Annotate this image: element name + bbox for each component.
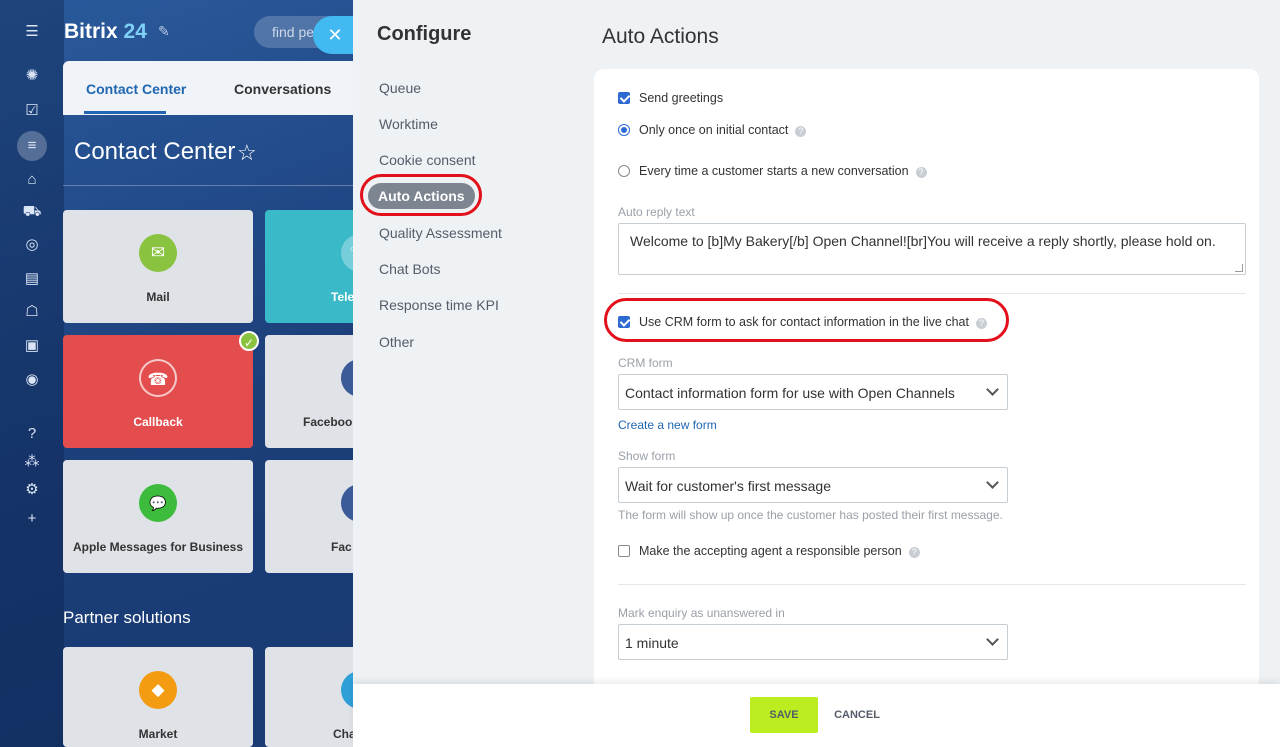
contact-center-icon[interactable]: ≡ — [17, 131, 47, 161]
auto-reply-text: Welcome to [b]My Bakery[/b] Open Channel… — [630, 233, 1216, 249]
tile-label: Apple Messages for Business — [72, 540, 244, 554]
chevron-down-icon — [986, 383, 999, 396]
connected-check-icon: ✓ — [239, 331, 259, 351]
show-form-hint: The form will show up once the customer … — [618, 508, 1003, 522]
unanswered-select[interactable]: 1 minute — [618, 624, 1008, 660]
auto-reply-textarea[interactable]: Welcome to [b]My Bakery[/b] Open Channel… — [618, 223, 1246, 275]
auto-actions-card: Send greetings Only once on initial cont… — [594, 69, 1259, 689]
every-time-row[interactable]: Every time a customer starts a new conve… — [618, 164, 927, 178]
menu-item-queue[interactable]: Queue — [379, 80, 421, 96]
contact-center-tabs: Contact Center Conversations — [63, 61, 363, 115]
every-time-radio[interactable] — [618, 165, 630, 177]
more-icon[interactable]: ◉ — [22, 370, 42, 390]
chevron-down-icon — [986, 476, 999, 489]
menu-item-quality-assessment[interactable]: Quality Assessment — [379, 225, 502, 241]
show-form-label: Show form — [618, 449, 676, 463]
box-icon[interactable]: ▣ — [22, 336, 42, 356]
page-title: Contact Center — [74, 138, 236, 165]
star-icon[interactable]: ☆ — [237, 140, 257, 166]
menu-item-response-time-kpi[interactable]: Response time KPI — [379, 297, 499, 313]
box-icon: ◆ — [139, 671, 177, 709]
save-button[interactable]: SAVE — [750, 697, 818, 733]
menu-icon[interactable]: ☰ — [22, 22, 42, 42]
active-tab-underline — [84, 111, 166, 114]
configure-slider: Configure Queue Worktime Cookie consent … — [353, 0, 1280, 747]
tile-mail[interactable]: ✉ Mail — [63, 210, 253, 323]
title-divider — [63, 185, 363, 186]
only-once-row[interactable]: Only once on initial contact ? — [618, 123, 807, 137]
configure-title: Configure — [377, 23, 472, 45]
responsible-label: Make the accepting agent a responsible p… — [639, 544, 902, 558]
responsible-checkbox[interactable] — [618, 545, 630, 557]
crm-form-value: Contact information form for use with Op… — [625, 385, 955, 401]
tile-label: Callback — [133, 415, 183, 429]
logo-name: Bitrix — [64, 20, 118, 43]
menu-item-other[interactable]: Other — [379, 334, 414, 350]
send-greetings-row[interactable]: Send greetings — [618, 91, 723, 105]
help-icon[interactable]: ? — [22, 424, 42, 444]
create-new-form-link[interactable]: Create a new form — [618, 418, 717, 432]
pencil-icon[interactable]: ✎ — [158, 23, 170, 40]
tile-label: Market — [138, 727, 178, 741]
tile-market[interactable]: ◆ Market — [63, 647, 253, 747]
target-icon[interactable]: ◎ — [22, 235, 42, 255]
help-icon[interactable]: ? — [795, 126, 807, 137]
close-slider-button[interactable]: ✕ — [313, 16, 357, 54]
logo-number: 24 — [123, 20, 147, 43]
tile-label: Mail — [146, 290, 170, 304]
left-icon-strip: ☰ ✺ ☑ ≡ ⌂ ⛟ ◎ ▤ ☖ ▣ ◉ ? ⁂ ⚙ + — [0, 0, 64, 747]
partner-solutions-heading: Partner solutions — [63, 608, 191, 627]
cancel-button[interactable]: CANCEL — [823, 697, 891, 733]
responsible-row[interactable]: Make the accepting agent a responsible p… — [618, 544, 920, 558]
auto-reply-label: Auto reply text — [618, 205, 695, 219]
app-logo[interactable]: Bitrix 24 — [64, 20, 147, 44]
tasks-icon[interactable]: ☑ — [22, 101, 42, 121]
message-bubble-icon: 💬 — [139, 484, 177, 522]
tile-apple-messages[interactable]: 💬 Apple Messages for Business — [63, 460, 253, 573]
panel-title: Auto Actions — [602, 25, 719, 48]
only-once-label: Only once on initial contact — [639, 123, 789, 137]
resize-handle-icon[interactable] — [1235, 264, 1243, 272]
gear-icon[interactable]: ⚙ — [22, 480, 42, 500]
tab-contact-center[interactable]: Contact Center — [86, 81, 186, 97]
show-form-value: Wait for customer's first message — [625, 478, 831, 494]
phone-icon: ☎ — [139, 359, 177, 397]
only-once-radio[interactable] — [618, 124, 630, 136]
section-divider — [618, 584, 1246, 585]
chevron-down-icon — [986, 633, 999, 646]
crm-form-label: CRM form — [618, 356, 673, 370]
menu-item-chat-bots[interactable]: Chat Bots — [379, 261, 440, 277]
contacts-icon[interactable]: ▤ — [22, 269, 42, 289]
structure-icon[interactable]: ⁂ — [22, 452, 42, 472]
plus-icon[interactable]: + — [22, 509, 42, 529]
tab-conversations[interactable]: Conversations — [234, 81, 331, 97]
highlight-ring-auto-actions — [360, 174, 482, 216]
robot-icon[interactable]: ☖ — [22, 302, 42, 322]
close-icon: ✕ — [327, 25, 343, 45]
unanswered-label: Mark enquiry as unanswered in — [618, 606, 785, 620]
help-icon[interactable]: ? — [908, 547, 920, 558]
menu-item-cookie-consent[interactable]: Cookie consent — [379, 152, 476, 168]
section-divider — [618, 293, 1246, 294]
slider-footer: SAVE CANCEL — [353, 684, 1280, 747]
crm-form-select[interactable]: Contact information form for use with Op… — [618, 374, 1008, 410]
mail-icon: ✉ — [139, 234, 177, 272]
send-greetings-label: Send greetings — [639, 91, 724, 105]
cart-icon[interactable]: ⛟ — [22, 202, 42, 222]
tile-callback[interactable]: ☎ Callback — [63, 335, 253, 448]
every-time-label: Every time a customer starts a new conve… — [639, 164, 909, 178]
feed-icon[interactable]: ✺ — [22, 66, 42, 86]
bank-icon[interactable]: ⌂ — [22, 170, 42, 190]
highlight-ring-use-crm — [604, 298, 1009, 342]
help-icon[interactable]: ? — [915, 167, 927, 178]
show-form-select[interactable]: Wait for customer's first message — [618, 467, 1008, 503]
send-greetings-checkbox[interactable] — [618, 92, 630, 104]
menu-item-worktime[interactable]: Worktime — [379, 116, 438, 132]
unanswered-value: 1 minute — [625, 635, 679, 651]
